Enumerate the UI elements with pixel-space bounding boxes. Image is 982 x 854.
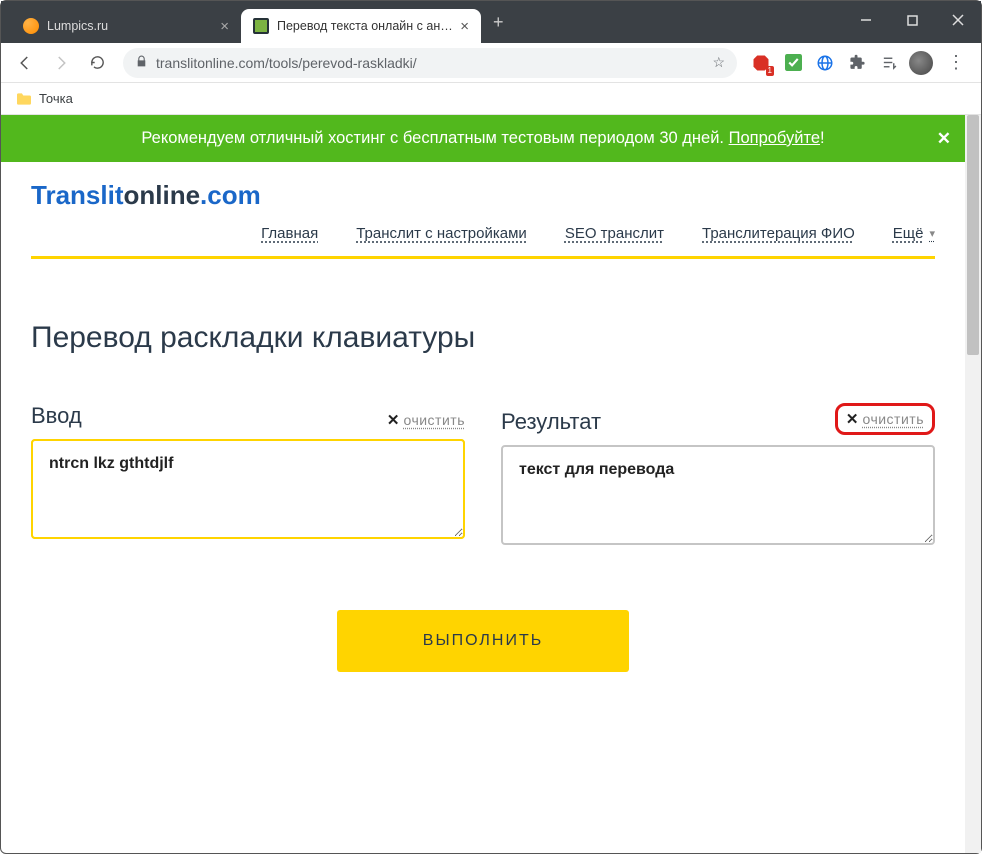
browser-menu-button[interactable]: ⋮ bbox=[939, 52, 973, 73]
extensions-puzzle-icon[interactable] bbox=[843, 49, 871, 77]
tab-title: Lumpics.ru bbox=[47, 19, 214, 33]
banner-text: Рекомендуем отличный хостинг с бесплатны… bbox=[141, 129, 728, 147]
input-label: Ввод bbox=[31, 403, 82, 429]
site-logo[interactable]: Translitonline.com bbox=[31, 180, 935, 211]
extension-adblock-icon[interactable]: 1 bbox=[747, 49, 775, 77]
tab-title: Перевод текста онлайн с англи bbox=[277, 19, 454, 33]
close-icon: ✕ bbox=[846, 410, 859, 428]
page-viewport: Рекомендуем отличный хостинг с бесплатны… bbox=[1, 115, 981, 853]
output-label: Результат bbox=[501, 409, 601, 435]
close-icon[interactable]: × bbox=[220, 18, 229, 35]
reload-button[interactable] bbox=[81, 47, 113, 79]
bookmark-folder[interactable]: Точка bbox=[15, 91, 73, 106]
address-bar[interactable]: translitonline.com/tools/perevod-rasklad… bbox=[123, 48, 737, 78]
folder-icon bbox=[15, 92, 33, 106]
banner-close-icon[interactable]: ✕ bbox=[937, 129, 951, 149]
browser-tab-2[interactable]: Перевод текста онлайн с англи × bbox=[241, 9, 481, 43]
browser-toolbar: translitonline.com/tools/perevod-rasklad… bbox=[1, 43, 981, 83]
bookmark-label: Точка bbox=[39, 91, 73, 106]
lock-icon bbox=[135, 55, 148, 71]
execute-button[interactable]: ВЫПОЛНИТЬ bbox=[337, 610, 629, 672]
window-controls bbox=[843, 1, 981, 39]
scrollbar-thumb[interactable] bbox=[967, 115, 979, 355]
chevron-down-icon: ▾ bbox=[929, 227, 935, 240]
forward-button bbox=[45, 47, 77, 79]
extension-check-icon[interactable] bbox=[779, 49, 807, 77]
extension-globe-icon[interactable] bbox=[811, 49, 839, 77]
site-favicon-icon bbox=[23, 18, 39, 34]
close-icon[interactable]: × bbox=[460, 18, 469, 35]
back-button[interactable] bbox=[9, 47, 41, 79]
close-icon: ✕ bbox=[387, 411, 400, 429]
input-column: Ввод ✕ очистить bbox=[31, 403, 465, 550]
nav-seo-translit[interactable]: SEO транслит bbox=[565, 225, 664, 242]
extension-badge: 1 bbox=[766, 66, 774, 76]
bookmarks-bar: Точка bbox=[1, 83, 981, 115]
browser-tab-strip: Lumpics.ru × Перевод текста онлайн с анг… bbox=[1, 1, 981, 43]
close-window-button[interactable] bbox=[935, 1, 981, 39]
output-column: Результат ✕ очистить bbox=[501, 403, 935, 550]
profile-avatar[interactable] bbox=[907, 49, 935, 77]
clear-input-button[interactable]: ✕ очистить bbox=[387, 411, 465, 429]
nav-translit-settings[interactable]: Транслит с настройками bbox=[356, 225, 527, 242]
nav-home[interactable]: Главная bbox=[261, 225, 318, 242]
url-text: translitonline.com/tools/perevod-rasklad… bbox=[156, 55, 417, 71]
minimize-button[interactable] bbox=[843, 1, 889, 39]
site-favicon-icon bbox=[253, 18, 269, 34]
reading-list-icon[interactable] bbox=[875, 49, 903, 77]
banner-link[interactable]: Попробуйте bbox=[729, 129, 820, 147]
banner-text-end: ! bbox=[820, 129, 825, 147]
page-title: Перевод раскладки клавиатуры bbox=[31, 321, 935, 355]
browser-tab-1[interactable]: Lumpics.ru × bbox=[11, 9, 241, 43]
new-tab-button[interactable]: + bbox=[481, 12, 516, 33]
clear-output-button[interactable]: ✕ очистить bbox=[835, 403, 935, 435]
scrollbar[interactable] bbox=[965, 115, 981, 853]
site-nav: Главная Транслит с настройками SEO транс… bbox=[31, 225, 935, 259]
input-textarea[interactable] bbox=[31, 439, 465, 539]
maximize-button[interactable] bbox=[889, 1, 935, 39]
nav-fio-translit[interactable]: Транслитерация ФИО bbox=[702, 225, 855, 242]
io-row: Ввод ✕ очистить Результат ✕ очистить bbox=[31, 403, 935, 550]
output-textarea[interactable] bbox=[501, 445, 935, 545]
nav-more-dropdown[interactable]: Ещё ▾ bbox=[893, 225, 935, 242]
promo-banner: Рекомендуем отличный хостинг с бесплатны… bbox=[1, 115, 965, 162]
bookmark-star-icon[interactable]: ☆ bbox=[712, 54, 725, 71]
